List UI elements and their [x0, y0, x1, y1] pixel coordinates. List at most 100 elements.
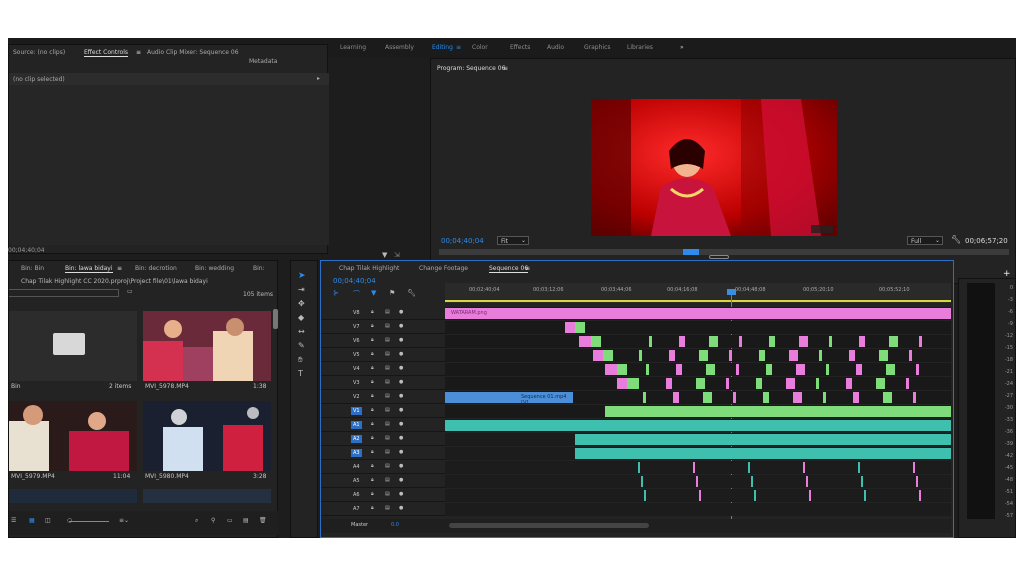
resolution-dropdown[interactable]: Full ⌄	[907, 236, 943, 245]
tab-bin-bin[interactable]: Bin: Bin	[21, 265, 44, 272]
find-bin-icon[interactable]: ⌕	[195, 517, 198, 525]
timeline-clip[interactable]	[676, 364, 682, 375]
timeline-clip[interactable]	[889, 336, 898, 347]
timeline-clip[interactable]	[565, 322, 575, 333]
sync-icon[interactable]: ▤	[385, 463, 390, 469]
lock-icon[interactable]: 🔒︎	[371, 407, 374, 413]
sync-icon[interactable]: ▤	[385, 323, 390, 329]
timeline-clip[interactable]	[769, 336, 775, 347]
ws-graphics[interactable]: Graphics	[584, 44, 611, 51]
track-row-v1[interactable]: V1 🔒︎ ▤ ●	[321, 405, 951, 418]
track-lane[interactable]: Sequence 01.mp4 [V]	[445, 391, 951, 406]
timeline-clip[interactable]	[906, 378, 909, 389]
lock-icon[interactable]: 🔒︎	[371, 379, 374, 385]
track-row-v4[interactable]: V4 🔒︎ ▤ ●	[321, 363, 951, 376]
timeline-clip[interactable]	[823, 392, 826, 403]
timeline-clip[interactable]	[803, 462, 805, 473]
timeline-clip[interactable]	[699, 490, 701, 501]
tab-bin-more[interactable]: Bin:	[253, 265, 265, 272]
ws-menu-icon[interactable]: ≡	[456, 44, 461, 51]
timeline-clip[interactable]	[666, 378, 672, 389]
timeline-clip[interactable]	[709, 336, 718, 347]
tab-effect-controls[interactable]: Effect Controls	[84, 49, 128, 57]
timeline-clip[interactable]	[649, 336, 652, 347]
track-label[interactable]: A5	[351, 477, 362, 485]
settings-wrench-icon[interactable]: 🔧︎	[407, 289, 416, 297]
sync-icon[interactable]: ▤	[385, 435, 390, 441]
lock-icon[interactable]: 🔒︎	[371, 435, 374, 441]
track-row-a5[interactable]: A5 🔒︎ ▤ ●	[321, 475, 951, 488]
eye-icon[interactable]: ●	[399, 421, 403, 427]
timeline-clip[interactable]	[864, 490, 866, 501]
linked-select-icon[interactable]: ⌒	[353, 289, 360, 299]
timeline-clip[interactable]	[593, 350, 603, 361]
track-row-a6[interactable]: A6 🔒︎ ▤ ●	[321, 489, 951, 502]
type-tool-icon[interactable]: T	[298, 369, 303, 378]
sync-icon[interactable]: ▤	[385, 477, 390, 483]
list-view-icon[interactable]: ☰	[11, 517, 16, 524]
timeline-clip[interactable]	[919, 490, 921, 501]
track-lane[interactable]	[445, 461, 951, 474]
eye-icon[interactable]: ●	[399, 351, 403, 357]
ws-assembly[interactable]: Assembly	[385, 44, 414, 51]
track-label[interactable]: V2	[351, 393, 362, 401]
timeline-clip[interactable]	[883, 392, 892, 403]
track-label[interactable]: A4	[351, 463, 362, 471]
program-video-frame[interactable]	[591, 99, 837, 236]
track-row-v5[interactable]: V5 🔒︎ ▤ ●	[321, 349, 951, 362]
timeline-clip[interactable]	[646, 364, 649, 375]
search-icon[interactable]: ⚲	[211, 517, 215, 524]
sync-icon[interactable]: ▤	[385, 379, 390, 385]
track-lane[interactable]	[445, 447, 951, 460]
ws-color[interactable]: Color	[472, 44, 488, 51]
timeline-clip[interactable]	[643, 392, 646, 403]
ws-libraries[interactable]: Libraries	[627, 44, 653, 51]
program-current-timecode[interactable]: 00;04;40;04	[441, 237, 484, 245]
track-label[interactable]: A7	[351, 505, 362, 513]
timeline-clip[interactable]	[766, 364, 772, 375]
timeline-clip[interactable]	[913, 462, 915, 473]
sync-icon[interactable]: ▤	[385, 407, 390, 413]
bin-folder-tile[interactable]	[9, 311, 137, 381]
playhead-head[interactable]	[727, 289, 736, 295]
track-label[interactable]: V7	[351, 323, 362, 331]
program-menu-icon[interactable]: ≡	[503, 65, 508, 72]
timeline-clip[interactable]	[603, 350, 613, 361]
search-input[interactable]	[9, 289, 119, 297]
tab-menu-icon[interactable]: ≡	[136, 49, 141, 56]
playhead-marker[interactable]	[683, 249, 699, 255]
tab-audio-clip-mixer[interactable]: Audio Clip Mixer: Sequence 06	[147, 49, 239, 56]
lock-icon[interactable]: 🔒︎	[371, 393, 374, 399]
trash-icon[interactable]: 🗑︎	[259, 517, 267, 524]
lock-icon[interactable]: 🔒︎	[371, 477, 374, 483]
timeline-clip[interactable]	[756, 378, 762, 389]
timeline-clip[interactable]	[739, 336, 742, 347]
track-row-a3[interactable]: A3 🔒︎ ▤ ●	[321, 447, 951, 460]
timeline-clip[interactable]	[699, 350, 708, 361]
new-item-icon[interactable]: ▤	[243, 517, 249, 524]
new-folder-icon[interactable]: ▭	[227, 517, 233, 524]
eye-icon[interactable]: ●	[399, 407, 403, 413]
track-label[interactable]: A2	[351, 435, 362, 443]
ripple-tool-icon[interactable]: ✥	[298, 299, 305, 308]
timeline-clip[interactable]	[859, 336, 865, 347]
track-row-a2[interactable]: A2 🔒︎ ▤ ●	[321, 433, 951, 446]
timeline-clip[interactable]	[736, 364, 739, 375]
eye-icon[interactable]: ●	[399, 365, 403, 371]
track-select-tool-icon[interactable]: ⇥	[298, 285, 305, 294]
ws-overflow-icon[interactable]: »	[680, 44, 684, 51]
sync-icon[interactable]: ▤	[385, 337, 390, 343]
tab-metadata[interactable]: Metadata	[249, 58, 277, 65]
eye-icon[interactable]: ●	[399, 505, 403, 511]
timeline-clip[interactable]	[729, 350, 732, 361]
timeline-scrollbar[interactable]	[449, 523, 649, 528]
timeline-clip[interactable]	[826, 364, 829, 375]
track-label[interactable]: A1	[351, 421, 362, 429]
timeline-clip[interactable]	[853, 392, 859, 403]
eye-icon[interactable]: ●	[399, 435, 403, 441]
track-lane[interactable]	[445, 349, 951, 362]
lock-icon[interactable]: 🔒︎	[371, 337, 374, 343]
eye-icon[interactable]: ●	[399, 449, 403, 455]
fit-dropdown[interactable]: Fit ⌄	[497, 236, 529, 245]
hand-tool-icon[interactable]: ✋︎	[298, 355, 303, 365]
